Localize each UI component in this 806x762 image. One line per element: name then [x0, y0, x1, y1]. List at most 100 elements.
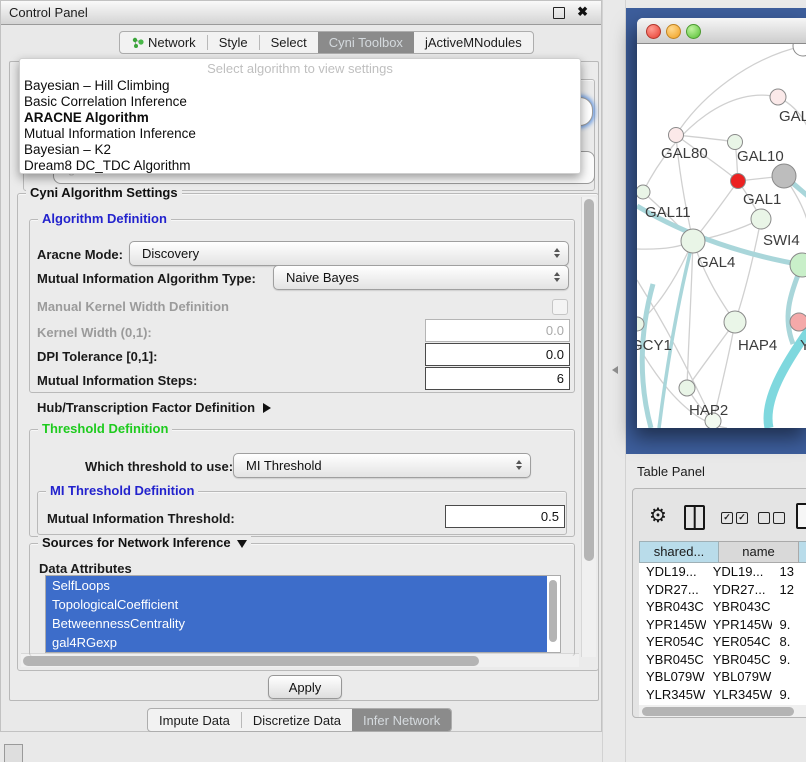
- table-cell: YDR27...: [639, 581, 706, 599]
- close-traffic-light-icon[interactable]: [646, 24, 661, 39]
- dpi-tolerance-field[interactable]: 0.0: [425, 343, 570, 366]
- network-node[interactable]: [751, 209, 771, 229]
- table-cell: YPR145W: [639, 616, 706, 634]
- settings-scrollbar-track[interactable]: [581, 197, 596, 657]
- network-canvas[interactable]: GALGAL80GAL10GAL1GAL11SWI4GAL4GCY1HAP4YH…: [637, 44, 806, 428]
- data-attribute-item[interactable]: BetweennessCentrality: [46, 614, 547, 633]
- node-label: GAL1: [743, 191, 781, 208]
- tab-label: Cyni Toolbox: [329, 35, 403, 50]
- data-attribute-item[interactable]: SelfLoops: [46, 576, 547, 595]
- settings-scrollbar-thumb[interactable]: [584, 199, 594, 561]
- bottom-tab-discretize-data[interactable]: Discretize Data: [242, 709, 352, 731]
- network-icon: [131, 36, 144, 49]
- sources-title[interactable]: Sources for Network Inference: [38, 535, 251, 550]
- table-hscrollbar-track[interactable]: [639, 705, 806, 717]
- network-node[interactable]: [679, 380, 695, 396]
- deselect-all-checkboxes-icon[interactable]: [758, 512, 785, 524]
- table-row[interactable]: YBL079WYBL079W: [639, 668, 806, 686]
- tab-select[interactable]: Select: [260, 32, 318, 53]
- data-attribute-item[interactable]: TopologicalCoefficient: [46, 595, 547, 614]
- mi-threshold-field[interactable]: 0.5: [445, 505, 565, 528]
- select-all-checkboxes-icon[interactable]: ✓✓: [721, 512, 748, 524]
- network-node[interactable]: [637, 185, 650, 199]
- dropdown-item[interactable]: Dream8 DC_TDC Algorithm: [20, 158, 580, 174]
- hub-definition-expander[interactable]: Hub/Transcription Factor Definition: [37, 400, 271, 415]
- attributes-scrollbar-thumb[interactable]: [549, 580, 557, 642]
- table-cell: YBR043C: [639, 598, 706, 616]
- which-threshold-combobox[interactable]: MI Threshold: [233, 453, 531, 478]
- tab-style[interactable]: Style: [208, 32, 259, 53]
- table-cell: 9.: [772, 651, 806, 669]
- table-cell: YPR145W: [706, 616, 773, 634]
- document-icon[interactable]: [796, 503, 806, 529]
- node-label: GCY1: [637, 337, 672, 354]
- table-column-header[interactable]: shared...: [639, 541, 719, 563]
- dropdown-item[interactable]: Basic Correlation Inference: [20, 94, 580, 110]
- mi-type-combobox[interactable]: Naive Bayes: [273, 265, 569, 290]
- dropdown-item[interactable]: Bayesian – K2: [20, 142, 580, 158]
- tab-network[interactable]: Network: [120, 32, 207, 53]
- table-panel: ⚙ ✓✓ shared...name YDL19...YDL19...13YDR…: [632, 488, 806, 718]
- apply-button[interactable]: Apply: [268, 675, 342, 699]
- node-label: SWI4: [763, 232, 800, 249]
- dropdown-item[interactable]: Bayesian – Hill Climbing: [20, 78, 580, 94]
- table-cell: YBR045C: [706, 651, 773, 669]
- table-row[interactable]: YER054CYER054C8.: [639, 633, 806, 651]
- network-node[interactable]: [681, 229, 705, 253]
- table-column-header[interactable]: name: [719, 541, 799, 563]
- network-node[interactable]: [793, 44, 806, 56]
- float-window-icon[interactable]: [553, 7, 565, 19]
- zoom-traffic-light-icon[interactable]: [686, 24, 701, 39]
- manual-kernel-checkbox[interactable]: [552, 299, 568, 315]
- table-cell: YLR345W: [706, 686, 773, 704]
- tab-jactivemnodules[interactable]: jActiveMNodules: [414, 32, 533, 53]
- aracne-mode-combobox[interactable]: Discovery: [129, 241, 569, 266]
- bottom-tab-infer-network[interactable]: Infer Network: [352, 709, 451, 731]
- table-column-header[interactable]: [799, 541, 806, 563]
- dropdown-placeholder: Select algorithm to view settings: [20, 59, 580, 78]
- tab-label: Style: [219, 35, 248, 50]
- node-label: GAL: [779, 108, 806, 125]
- table-row[interactable]: YDL19...YDL19...13: [639, 563, 806, 581]
- network-view-window: GALGAL80GAL10GAL1GAL11SWI4GAL4GCY1HAP4YH…: [637, 18, 806, 428]
- settings-hscrollbar-thumb[interactable]: [23, 656, 479, 666]
- network-node[interactable]: [724, 311, 746, 333]
- close-window-icon[interactable]: ✖: [577, 4, 588, 20]
- network-window-titlebar[interactable]: [637, 18, 806, 44]
- tab-cyni-toolbox[interactable]: Cyni Toolbox: [318, 32, 414, 53]
- table-row[interactable]: YPR145WYPR145W9.: [639, 616, 806, 634]
- table-row[interactable]: YDR27...YDR27...12: [639, 581, 806, 599]
- table-cell: YDL19...: [706, 563, 773, 581]
- divider-collapse-arrow-icon[interactable]: [612, 366, 618, 374]
- control-panel-tabbar: Network Style Select Cyni Toolbox jActiveMNo…: [119, 31, 534, 54]
- table-hscrollbar-thumb[interactable]: [642, 707, 794, 716]
- split-pane-divider[interactable]: [602, 0, 626, 762]
- table-row[interactable]: YBR045CYBR045C9.: [639, 651, 806, 669]
- bottom-tab-impute-data[interactable]: Impute Data: [148, 709, 241, 731]
- network-node[interactable]: [772, 164, 796, 188]
- network-node[interactable]: [731, 174, 746, 189]
- mini-panel-fragment: [4, 744, 23, 762]
- dropdown-item[interactable]: Mutual Information Inference: [20, 126, 580, 142]
- gear-icon[interactable]: ⚙: [649, 506, 667, 526]
- data-attribute-item[interactable]: gal4RGexp: [46, 633, 547, 652]
- dropdown-item[interactable]: ARACNE Algorithm: [20, 110, 580, 126]
- mi-steps-field[interactable]: 6: [425, 367, 570, 390]
- kernel-width-field[interactable]: 0.0: [425, 319, 570, 342]
- threshold-definition-title: Threshold Definition: [38, 421, 172, 436]
- network-node[interactable]: [790, 313, 806, 331]
- network-node[interactable]: [669, 128, 684, 143]
- table-cell: 8.: [772, 633, 806, 651]
- dropdown-items: Bayesian – Hill ClimbingBasic Correlatio…: [20, 78, 580, 174]
- table-row[interactable]: YBR043CYBR043C: [639, 598, 806, 616]
- split-columns-icon[interactable]: [684, 505, 705, 530]
- table-cell: YDL19...: [639, 563, 706, 581]
- stepper-arrows-icon: [516, 460, 522, 470]
- network-node[interactable]: [770, 89, 786, 105]
- which-threshold-value: MI Threshold: [246, 458, 322, 473]
- network-desktop: GALGAL80GAL10GAL1GAL11SWI4GAL4GCY1HAP4YH…: [626, 8, 806, 454]
- table-row[interactable]: YLR345WYLR345W9.: [639, 686, 806, 704]
- table-cell: YBL079W: [706, 668, 773, 686]
- network-node[interactable]: [790, 253, 806, 277]
- minimize-traffic-light-icon[interactable]: [666, 24, 681, 39]
